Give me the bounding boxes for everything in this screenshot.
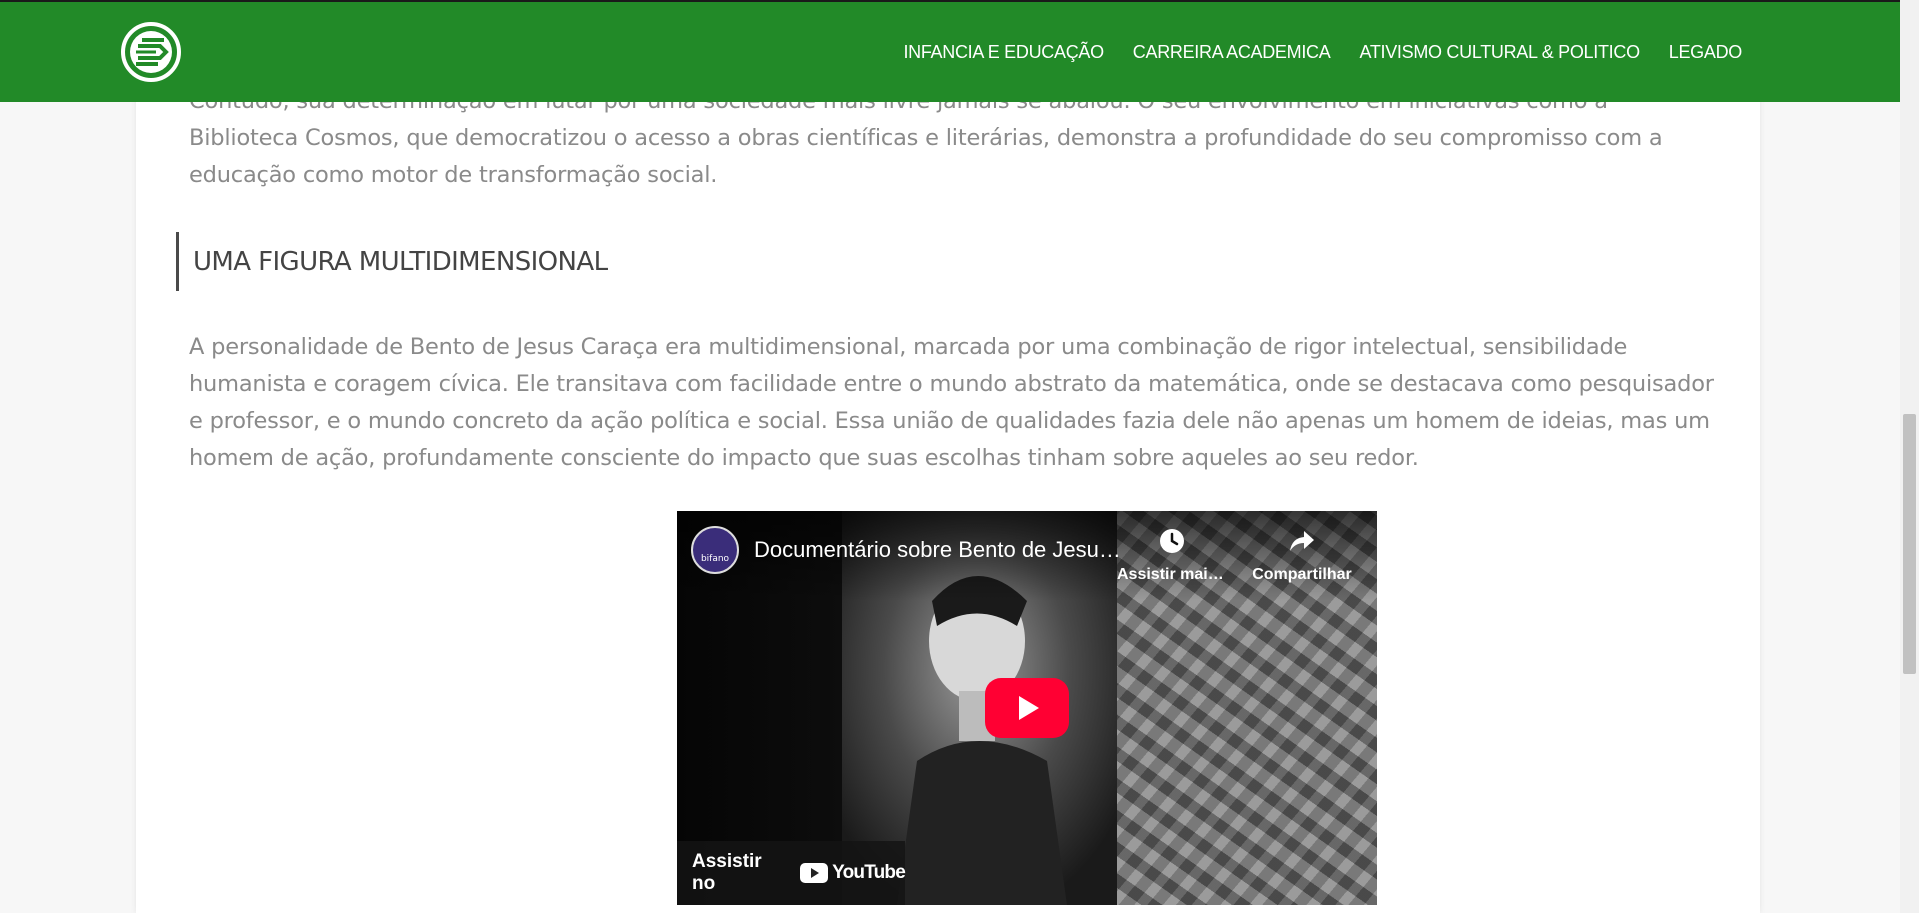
clock-icon bbox=[1160, 529, 1184, 553]
nav-item-ativismo-cultural-politico[interactable]: ATIVISMO CULTURAL & POLITICO bbox=[1359, 42, 1640, 63]
share-button[interactable]: Compartilhar bbox=[1242, 527, 1362, 584]
play-icon bbox=[1019, 696, 1039, 720]
nav-item-legado[interactable]: LEGADO bbox=[1669, 42, 1743, 63]
video-title[interactable]: Documentário sobre Bento de Jesus Caraça bbox=[754, 537, 1124, 563]
share-arrow-icon bbox=[1290, 531, 1314, 551]
watch-on-youtube-bar[interactable]: Assistir no YouTube bbox=[677, 841, 906, 905]
youtube-logo: YouTube bbox=[800, 862, 906, 884]
site-logo-icon bbox=[121, 22, 181, 82]
nav-item-carreira-academica[interactable]: CARREIRA ACADEMICA bbox=[1133, 42, 1331, 63]
scrollbar-thumb[interactable] bbox=[1903, 414, 1916, 674]
main-nav: INFANCIA E EDUCAÇÃO CARREIRA ACADEMICA A… bbox=[903, 2, 1742, 102]
top-navigation-bar: INFANCIA E EDUCAÇÃO CARREIRA ACADEMICA A… bbox=[0, 0, 1900, 102]
youtube-play-icon bbox=[800, 863, 829, 883]
youtube-wordmark: YouTube bbox=[832, 862, 906, 883]
watch-on-label: Assistir no bbox=[692, 851, 762, 894]
section-heading-block: UMA FIGURA MULTIDIMENSIONAL bbox=[176, 232, 608, 291]
page-scrollbar[interactable] bbox=[1900, 0, 1919, 913]
watch-later-button[interactable]: Assistir mais tarde bbox=[1117, 527, 1227, 584]
play-button[interactable] bbox=[985, 678, 1069, 738]
share-label: Compartilhar bbox=[1252, 566, 1352, 583]
section-heading: UMA FIGURA MULTIDIMENSIONAL bbox=[193, 246, 608, 277]
site-logo[interactable] bbox=[120, 21, 182, 83]
youtube-embed[interactable]: bifano Documentário sobre Bento de Jesus… bbox=[677, 511, 1377, 905]
nav-item-infancia-educacao[interactable]: INFANCIA E EDUCAÇÃO bbox=[903, 42, 1104, 63]
section-paragraph: A personalidade de Bento de Jesus Caraça… bbox=[189, 334, 1714, 471]
channel-avatar[interactable]: bifano bbox=[691, 526, 739, 574]
watch-later-label: Assistir mais tarde bbox=[1117, 566, 1227, 583]
